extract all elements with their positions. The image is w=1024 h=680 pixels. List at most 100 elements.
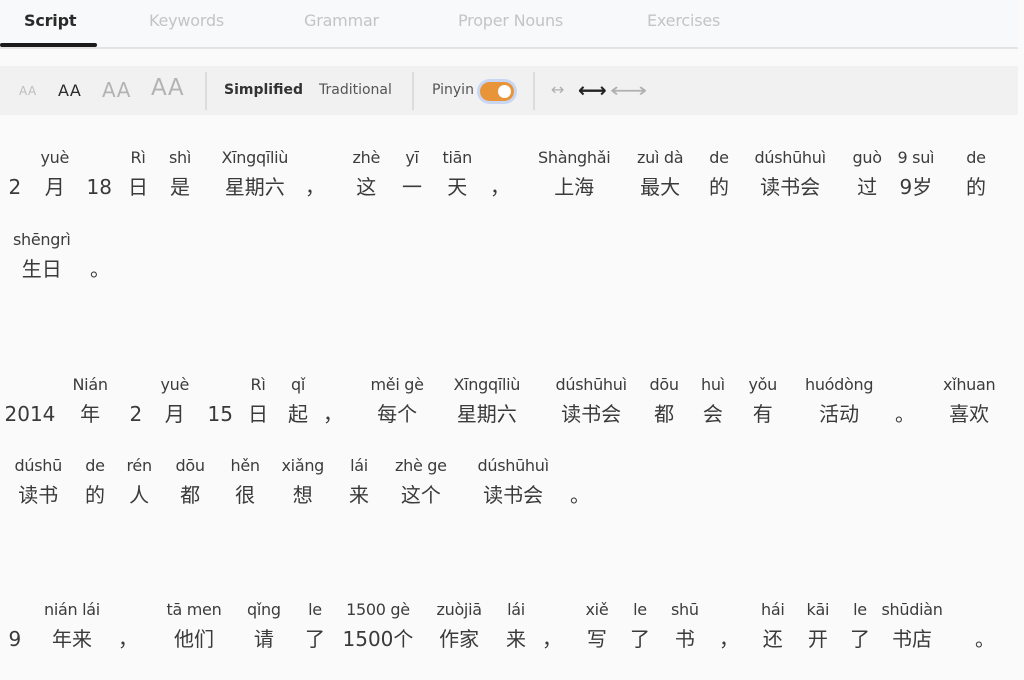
word-token[interactable]: dōu 都 [650, 372, 679, 430]
word-token[interactable]: 。 [975, 597, 995, 655]
font-size-xs-button[interactable]: AA [19, 84, 37, 98]
spacing-medium-icon[interactable]: ⟷ [578, 78, 607, 102]
word-token[interactable]: guò 过 [853, 145, 882, 203]
word-token[interactable]: lái 来 [506, 597, 526, 655]
word-token[interactable]: dúshūhuì 读书会 [478, 453, 550, 511]
font-size-s-button[interactable]: AA [58, 81, 81, 100]
word-token[interactable]: yǒu 有 [749, 372, 778, 430]
word-token[interactable]: 。 [895, 372, 915, 430]
word-token[interactable]: zhè ge 这个 [395, 453, 447, 511]
word-token[interactable]: hěn 很 [231, 453, 261, 511]
word-token[interactable]: xiǎng 想 [282, 453, 325, 511]
hanzi-text: 18 [86, 175, 112, 199]
word-token[interactable]: Shànghǎi 上海 [538, 145, 611, 203]
pinyin-text: Shànghǎi [538, 148, 611, 167]
word-token[interactable]: yuè 月 [41, 145, 70, 203]
pinyin-text [719, 597, 739, 623]
word-token[interactable]: rén 人 [127, 453, 153, 511]
word-token[interactable]: de 的 [966, 145, 986, 203]
word-token[interactable]: tiān 天 [443, 145, 473, 203]
word-token[interactable]: 。 [570, 453, 590, 511]
word-token[interactable]: nián lái 年来 [44, 597, 100, 655]
word-token[interactable]: tā men 他们 [167, 597, 222, 655]
pinyin-text: Nián [72, 375, 108, 394]
tab-exercises[interactable]: Exercises [647, 11, 720, 30]
word-token[interactable]: xiě 写 [586, 597, 609, 655]
word-token[interactable]: zuì dà 最大 [637, 145, 684, 203]
font-size-m-button[interactable]: AA [102, 78, 131, 102]
pinyin-text: zuòjiā [436, 600, 483, 619]
word-token[interactable]: Xīngqīliù 星期六 [454, 372, 521, 430]
hanzi-text: ， [323, 402, 343, 426]
pinyin-toggle[interactable] [480, 82, 514, 101]
hanzi-text: 年来 [51, 627, 92, 651]
word-token[interactable]: qǐ 起 [288, 372, 308, 430]
word-token[interactable]: dúshūhuì 读书会 [556, 372, 628, 430]
word-token[interactable]: huódòng 活动 [805, 372, 874, 430]
pinyin-text: xiě [585, 600, 609, 619]
tab-grammar[interactable]: Grammar [304, 11, 379, 30]
pinyin-text: dúshūhuì [754, 148, 827, 167]
word-token[interactable]: lái 来 [349, 453, 369, 511]
word-token[interactable]: shēngrì 生日 [13, 227, 71, 285]
word-token[interactable]: Nián 年 [73, 372, 108, 430]
word-token[interactable]: 1500 gè 1500个 [343, 597, 414, 655]
pinyin-text: le [308, 600, 322, 619]
tab-script[interactable]: Script [24, 11, 76, 30]
word-token[interactable]: le 了 [630, 597, 650, 655]
pinyin-text: le [633, 600, 647, 619]
hanzi-text: 这个 [400, 483, 441, 507]
word-token[interactable]: 2 [9, 145, 22, 203]
word-token[interactable]: ， [323, 372, 343, 430]
word-token[interactable]: dúshūhuì 读书会 [754, 145, 827, 203]
word-token[interactable]: le 了 [850, 597, 870, 655]
word-token[interactable]: 15 [208, 372, 233, 430]
word-token[interactable]: 2 [130, 372, 143, 430]
traditional-button[interactable]: Traditional [319, 82, 392, 98]
word-token[interactable]: 2014 [5, 372, 56, 430]
word-token[interactable]: ， [305, 145, 325, 203]
word-token[interactable]: kāi 开 [807, 597, 830, 655]
hanzi-text: 书 [674, 627, 695, 651]
pinyin-text: de [85, 456, 105, 475]
word-token[interactable]: Xīngqīliù 星期六 [222, 145, 289, 203]
word-token[interactable]: yuè 月 [161, 372, 190, 430]
tab-keywords[interactable]: Keywords [149, 11, 224, 30]
hanzi-text: 15 [207, 402, 233, 426]
word-token[interactable]: Rì 日 [128, 145, 148, 203]
word-token[interactable]: shì 是 [169, 145, 191, 203]
word-token[interactable]: zuòjiā 作家 [436, 597, 483, 655]
word-token[interactable]: xǐhuan 喜欢 [943, 372, 996, 430]
word-token[interactable]: dúshū 读书 [15, 453, 63, 511]
word-token[interactable]: shūdiàn 书店 [882, 597, 943, 655]
word-token[interactable]: ， [490, 145, 510, 203]
word-token[interactable]: ， [719, 597, 739, 655]
spacing-narrow-icon[interactable]: ↔ [551, 80, 564, 99]
pinyin-text: 9 suì [897, 148, 935, 167]
word-token[interactable]: 9 [9, 597, 22, 655]
hanzi-text: 了 [630, 627, 650, 651]
word-token[interactable]: ， [542, 597, 562, 655]
simplified-button[interactable]: Simplified [224, 82, 303, 98]
word-token[interactable]: shū 书 [671, 597, 699, 655]
tab-proper-nouns[interactable]: Proper Nouns [458, 11, 563, 30]
font-size-l-button[interactable]: AA [151, 75, 184, 101]
word-token[interactable]: yī 一 [402, 145, 422, 203]
word-token[interactable]: le 了 [305, 597, 325, 655]
word-token[interactable]: 9 suì 9岁 [898, 145, 935, 203]
pinyin-label: Pinyin [432, 82, 474, 98]
word-token[interactable]: Rì 日 [248, 372, 268, 430]
word-token[interactable]: huì 会 [701, 372, 725, 430]
word-token[interactable]: dōu 都 [176, 453, 205, 511]
word-token[interactable]: měi gè 每个 [371, 372, 424, 430]
word-token[interactable]: qǐng 请 [247, 597, 281, 655]
word-token[interactable]: 18 [87, 145, 112, 203]
hanzi-text: 日 [248, 402, 268, 426]
word-token[interactable]: 。 [90, 227, 110, 285]
word-token[interactable]: de 的 [709, 145, 729, 203]
word-token[interactable]: zhè 这 [353, 145, 381, 203]
word-token[interactable]: ， [118, 597, 138, 655]
spacing-wide-icon[interactable]: ⟷ [610, 78, 647, 102]
word-token[interactable]: hái 还 [761, 597, 785, 655]
word-token[interactable]: de 的 [85, 453, 105, 511]
